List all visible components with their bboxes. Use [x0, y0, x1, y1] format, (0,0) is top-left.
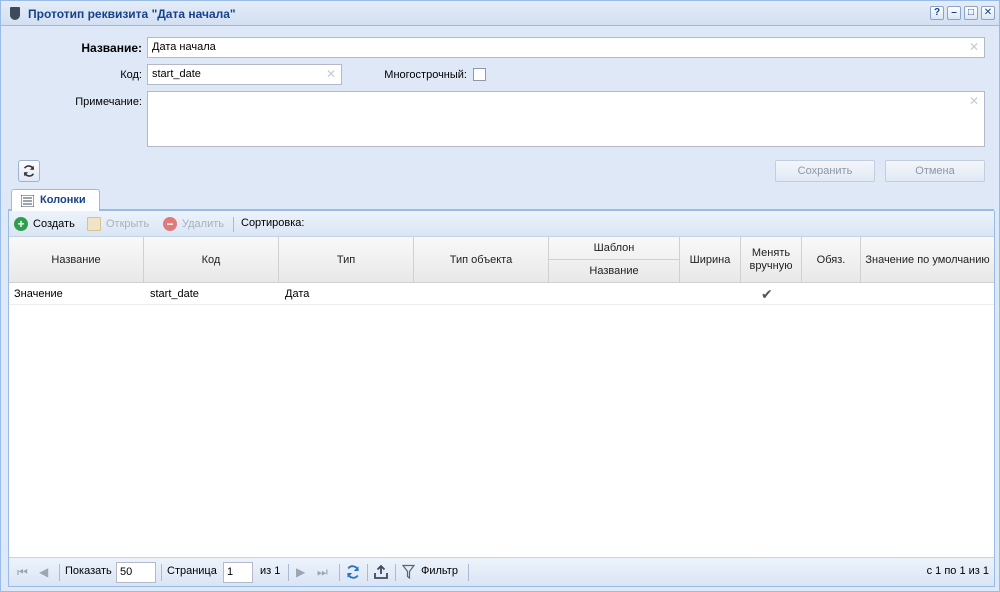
multiline-checkbox[interactable]: [473, 68, 486, 81]
note-textarea[interactable]: ✕: [147, 91, 985, 147]
minus-icon: −: [163, 217, 177, 231]
pager-separator: [161, 564, 162, 581]
page-number-input[interactable]: 1: [223, 562, 253, 583]
filter-icon: [402, 564, 415, 580]
columns-panel: + Создать Открыть − Удалить Сортировка: …: [8, 211, 995, 587]
plus-icon: +: [14, 217, 28, 231]
column-header-required[interactable]: Обяз.: [802, 237, 861, 283]
sort-label: Сортировка:: [241, 217, 305, 229]
code-value: start_date: [152, 68, 201, 80]
reload-icon[interactable]: [345, 564, 361, 580]
page-label: Страница: [167, 565, 217, 577]
table-row[interactable]: Значение start_date Дата ✔: [9, 284, 994, 305]
shield-icon: [10, 7, 20, 20]
paging-toolbar: ⏮ ◀ Показать 50 Страница 1 из 1 ▶ ⏭ Филь…: [9, 557, 994, 586]
checkmark-icon: ✔: [761, 286, 773, 302]
pager-separator: [288, 564, 289, 581]
page-count: из 1: [260, 565, 281, 577]
minimize-button[interactable]: –: [947, 6, 961, 20]
code-label: Код:: [120, 69, 142, 81]
column-header-change-manually[interactable]: Менять вручную: [741, 237, 802, 283]
pager-separator: [395, 564, 396, 581]
name-input[interactable]: Дата начала ✕: [147, 37, 985, 58]
column-header-template-name[interactable]: Название: [549, 260, 680, 283]
prev-page-icon[interactable]: ◀: [39, 565, 48, 579]
delete-button[interactable]: − Удалить: [163, 217, 224, 231]
delete-label: Удалить: [182, 218, 224, 230]
multiline-label: Многострочный:: [384, 69, 467, 81]
open-label: Открыть: [106, 218, 150, 230]
name-value: Дата начала: [152, 41, 216, 53]
next-page-icon[interactable]: ▶: [296, 565, 305, 579]
page-size-input[interactable]: 50: [116, 562, 156, 583]
create-label: Создать: [33, 218, 75, 230]
clear-icon[interactable]: ✕: [969, 95, 979, 107]
refresh-icon: [23, 165, 35, 177]
title-bar: Прототип реквизита "Дата начала" ? – □ ✕: [1, 1, 999, 26]
column-header-object-type[interactable]: Тип объекта: [414, 237, 549, 283]
grid-header: Название Код Тип Тип объекта Шаблон Назв…: [9, 237, 994, 283]
tab-columns[interactable]: Колонки: [11, 189, 100, 211]
create-button[interactable]: + Создать: [14, 217, 75, 231]
open-button[interactable]: Открыть: [87, 217, 149, 231]
list-icon: [21, 195, 34, 207]
help-button[interactable]: ?: [930, 6, 944, 20]
pager-separator: [339, 564, 340, 581]
dialog-window: Прототип реквизита "Дата начала" ? – □ ✕…: [0, 0, 1000, 592]
first-page-icon[interactable]: ⏮: [17, 565, 28, 579]
pager-separator: [468, 564, 469, 581]
tab-label: Колонки: [40, 194, 86, 206]
export-icon[interactable]: [373, 564, 389, 580]
pager-separator: [59, 564, 60, 581]
column-header-template: Шаблон: [549, 237, 680, 260]
document-icon: [87, 217, 101, 231]
name-label: Название:: [81, 41, 142, 55]
range-label: с 1 по 1 из 1: [926, 565, 989, 577]
column-header-width[interactable]: Ширина: [680, 237, 741, 283]
cell-code: start_date: [150, 288, 199, 300]
cancel-button[interactable]: Отмена: [885, 160, 985, 182]
clear-icon[interactable]: ✕: [969, 41, 979, 53]
code-input[interactable]: start_date ✕: [147, 64, 342, 85]
pager-separator: [367, 564, 368, 581]
cell-type: Дата: [285, 288, 310, 300]
refresh-button[interactable]: [18, 160, 40, 182]
grid-toolbar: + Создать Открыть − Удалить Сортировка:: [9, 211, 994, 237]
toolbar-separator: [233, 217, 234, 232]
clear-icon[interactable]: ✕: [326, 68, 336, 80]
show-label: Показать: [65, 565, 112, 577]
maximize-button[interactable]: □: [964, 6, 978, 20]
note-label: Примечание:: [75, 96, 142, 108]
window-title: Прототип реквизита "Дата начала": [28, 7, 236, 21]
column-header-name[interactable]: Название: [9, 237, 144, 283]
save-button[interactable]: Сохранить: [775, 160, 875, 182]
close-button[interactable]: ✕: [981, 6, 995, 20]
filter-button[interactable]: Фильтр: [421, 565, 458, 577]
column-header-default-value[interactable]: Значение по умолчанию: [861, 237, 994, 283]
column-header-code[interactable]: Код: [144, 237, 279, 283]
last-page-icon[interactable]: ⏭: [317, 565, 328, 579]
column-header-type[interactable]: Тип: [279, 237, 414, 283]
cell-name: Значение: [14, 288, 63, 300]
